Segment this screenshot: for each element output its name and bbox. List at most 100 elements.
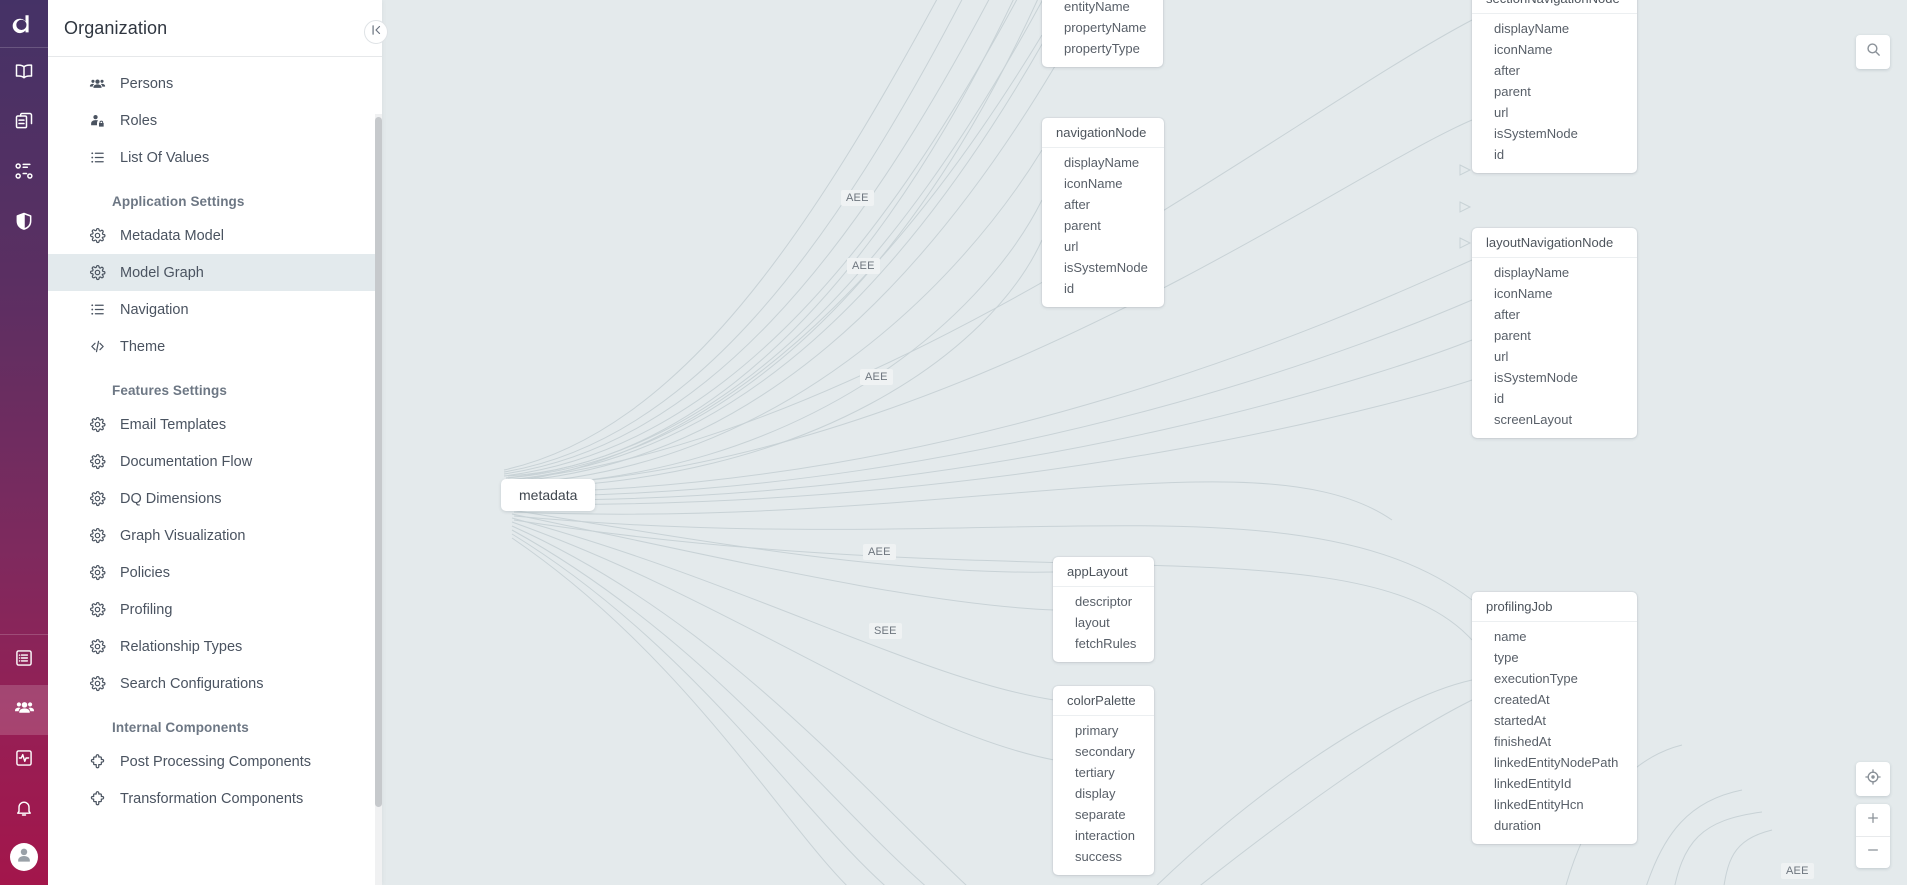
rail-item-organization[interactable]	[0, 685, 48, 735]
graph-node-property[interactable]: separate	[1053, 804, 1154, 825]
sidebar-item-policies[interactable]: Policies	[48, 554, 382, 591]
graph-node-property[interactable]: iconName	[1042, 173, 1164, 194]
rail-item-glossary[interactable]	[0, 48, 48, 98]
graph-node-property[interactable]: propertyName	[1042, 17, 1163, 38]
zoom-in-button[interactable]	[1856, 804, 1890, 836]
graph-node-property[interactable]: url	[1042, 236, 1164, 257]
zoom-out-button[interactable]	[1856, 836, 1890, 868]
graph-center-button[interactable]	[1856, 762, 1890, 796]
collapse-panel-button[interactable]	[364, 20, 388, 44]
rail-item-security[interactable]	[0, 198, 48, 248]
graph-node-property[interactable]: url	[1472, 346, 1637, 367]
graph-node-sectionNavigationNode[interactable]: sectionNavigationNodedisplayNameiconName…	[1472, 0, 1637, 173]
graph-node-property[interactable]: startedAt	[1472, 710, 1637, 731]
graph-node-property[interactable]: linkedEntityHcn	[1472, 794, 1637, 815]
app-logo[interactable]	[0, 0, 48, 48]
graph-node-property[interactable]: isSystemNode	[1472, 123, 1637, 144]
sidebar-item-profiling[interactable]: Profiling	[48, 591, 382, 628]
graph-node-property[interactable]: success	[1053, 846, 1154, 867]
sidebar-item-transformation-components[interactable]: Transformation Components	[48, 780, 382, 817]
graph-node-metadata[interactable]: metadata	[501, 479, 596, 511]
graph-node-property[interactable]: id	[1472, 144, 1637, 165]
graph-node-property[interactable]: layout	[1053, 612, 1154, 633]
sidebar-item-navigation[interactable]: Navigation	[48, 291, 382, 328]
graph-node-profilingJob[interactable]: profilingJob name type executionType created…	[1472, 592, 1637, 844]
sidebar-item-list-of-values[interactable]: List Of Values	[48, 139, 382, 176]
graph-node-property[interactable]: iconName	[1472, 39, 1637, 60]
graph-node-property[interactable]: parent	[1042, 215, 1164, 236]
sidebar-item-metadata-model[interactable]: Metadata Model	[48, 217, 382, 254]
graph-node-property[interactable]: displayName	[1472, 262, 1637, 283]
graph-node-appLayout[interactable]: appLayout descriptor layout fetchRules	[1053, 557, 1154, 662]
sidebar-item-graph-visualization[interactable]: Graph Visualization	[48, 517, 382, 554]
graph-node-property[interactable]: parent	[1472, 325, 1637, 346]
rail-item-model[interactable]	[0, 148, 48, 198]
graph-node-property[interactable]: executionType	[1472, 668, 1637, 689]
graph-node-property[interactable]: interaction	[1053, 825, 1154, 846]
graph-node-property[interactable]: duration	[1472, 815, 1637, 836]
graph-node-property[interactable]: display	[1053, 783, 1154, 804]
sidebar-item-post-processing-components[interactable]: Post Processing Components	[48, 743, 382, 780]
graph-node-property[interactable]: after	[1042, 194, 1164, 215]
panel-scrollbar-thumb[interactable]	[375, 117, 382, 807]
graph-node-property[interactable]: displayName	[1472, 18, 1637, 39]
rail-item-monitoring[interactable]	[0, 735, 48, 785]
graph-node-colorPalette[interactable]: colorPalette primary secondary tertiary disp…	[1053, 686, 1154, 875]
graph-node-navigationNode[interactable]: navigationNode displayName iconName after pa…	[1042, 118, 1164, 307]
graph-node-property[interactable]: after	[1472, 304, 1637, 325]
graph-node-property[interactable]: id	[1042, 278, 1164, 299]
sidebar-item-search-configurations[interactable]: Search Configurations	[48, 665, 382, 702]
graph-edge-label: SEE	[869, 623, 902, 639]
graph-node-property[interactable]: createdAt	[1472, 689, 1637, 710]
model-graph-canvas[interactable]: metadata entityName propertyName propertyTy…	[382, 0, 1907, 885]
rail-item-notifications[interactable]	[0, 785, 48, 835]
graph-node-property[interactable]: tertiary	[1053, 762, 1154, 783]
sidebar-item-label: Policies	[120, 564, 170, 581]
sidebar-item-dq-dimensions[interactable]: DQ Dimensions	[48, 480, 382, 517]
rail-item-catalog[interactable]	[0, 98, 48, 148]
graph-node-property[interactable]: name	[1472, 626, 1637, 647]
graph-node-properties: name type executionType createdAt startedAt f…	[1472, 622, 1637, 844]
sidebar-item-theme[interactable]: Theme	[48, 328, 382, 365]
graph-search-button[interactable]	[1856, 35, 1890, 69]
graph-node-property[interactable]: id	[1472, 388, 1637, 409]
graph-node-properties: descriptor layout fetchRules	[1053, 587, 1154, 662]
sidebar-item-relationship-types[interactable]: Relationship Types	[48, 628, 382, 665]
graph-node-property[interactable]: after	[1472, 60, 1637, 81]
graph-node-property[interactable]: screenLayout	[1472, 409, 1637, 430]
graph-node-property[interactable]: displayName	[1042, 152, 1164, 173]
graph-node-property[interactable]: isSystemNode	[1042, 257, 1164, 278]
graph-node-property[interactable]: url	[1472, 102, 1637, 123]
graph-node-property[interactable]: finishedAt	[1472, 731, 1637, 752]
sidebar-item-label: Navigation	[120, 301, 189, 318]
graph-node-property[interactable]: secondary	[1053, 741, 1154, 762]
graph-node-property[interactable]: type	[1472, 647, 1637, 668]
puzzle-icon	[89, 790, 106, 807]
graph-node-properties: displayName iconName after parent url isSyste…	[1042, 148, 1164, 307]
graph-node-property[interactable]: iconName	[1472, 283, 1637, 304]
sidebar-item-email-templates[interactable]: Email Templates	[48, 406, 382, 443]
graph-node-property[interactable]: descriptor	[1053, 591, 1154, 612]
sidebar-item-label: Post Processing Components	[120, 753, 312, 770]
graph-node-property[interactable]: isSystemNode	[1472, 367, 1637, 388]
sidebar-item-documentation-flow[interactable]: Documentation Flow	[48, 443, 382, 480]
graph-node-property[interactable]: linkedEntityNodePath	[1472, 752, 1637, 773]
sidebar-item-roles[interactable]: Roles	[48, 102, 382, 139]
graph-node-layoutNavigationNode[interactable]: layoutNavigationNode displayName iconName a…	[1472, 228, 1637, 438]
graph-node-property[interactable]: linkedEntityId	[1472, 773, 1637, 794]
panel-scrollbar[interactable]	[375, 114, 382, 885]
sidebar-item-model-graph[interactable]: Model Graph	[48, 254, 382, 291]
panel-nav-scroll[interactable]: Persons Roles List Of Values Application Se…	[48, 57, 382, 885]
graph-node-property[interactable]: parent	[1472, 81, 1637, 102]
graph-node-property[interactable]: fetchRules	[1053, 633, 1154, 654]
graph-node-propertyNodeTop[interactable]: entityName propertyName propertyType	[1042, 0, 1163, 67]
search-icon	[1865, 41, 1882, 63]
avatar[interactable]	[10, 843, 38, 871]
rail-item-lists[interactable]	[0, 635, 48, 685]
sidebar-item-persons[interactable]: Persons	[48, 65, 382, 102]
collapse-left-icon	[369, 23, 383, 42]
graph-node-property[interactable]: primary	[1053, 720, 1154, 741]
graph-node-property[interactable]: propertyType	[1042, 38, 1163, 59]
graph-node-property[interactable]: entityName	[1042, 0, 1163, 17]
list-icon	[89, 149, 106, 166]
